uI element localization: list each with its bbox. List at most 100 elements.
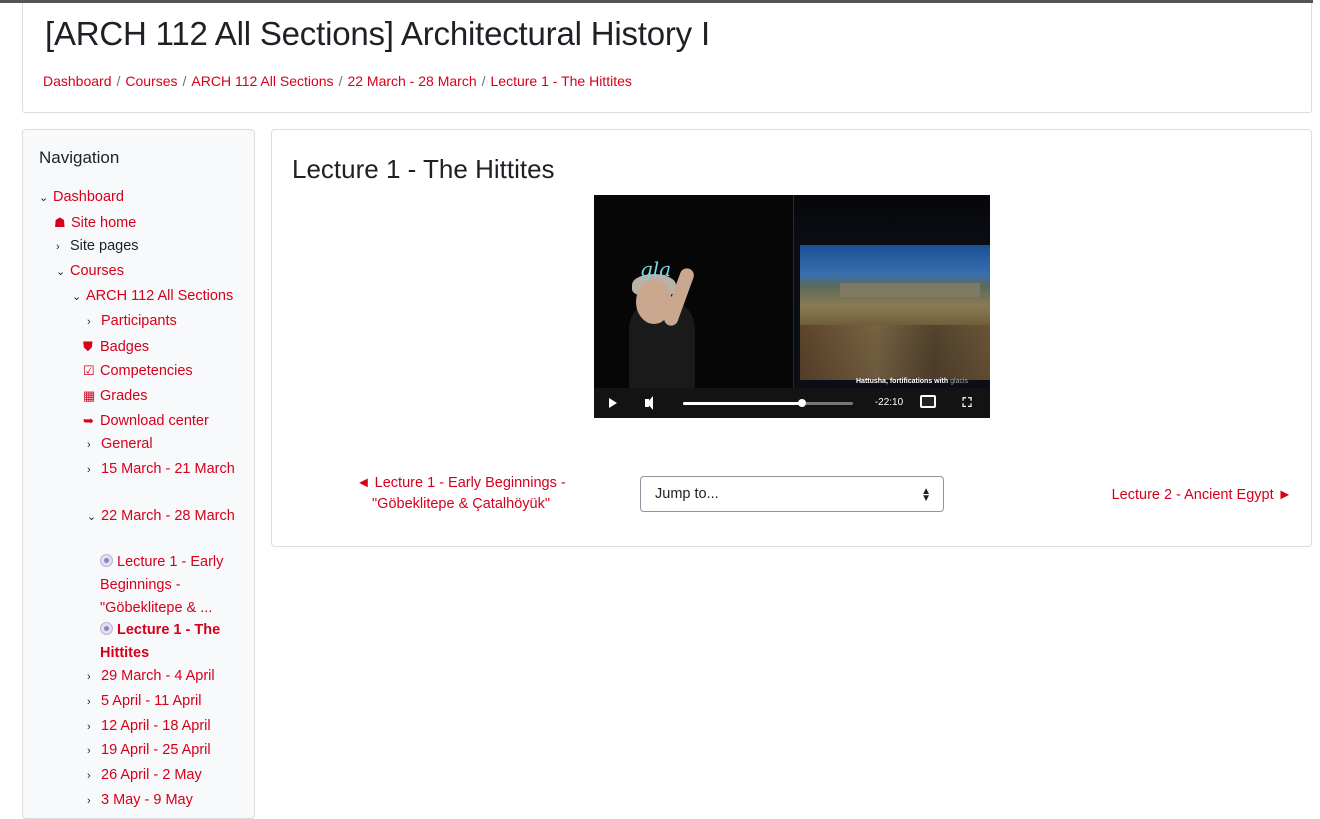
nav-item-label: Competencies <box>100 363 193 379</box>
nav-item-arch112[interactable]: ⌄ ARCH 112 All Sections <box>72 285 233 309</box>
nav-item-label: 22 March - 28 March <box>101 508 235 524</box>
fullscreen-button[interactable]: ⛶ <box>959 388 975 418</box>
nav-item-week-12-april[interactable]: › 12 April - 18 April <box>87 715 211 739</box>
checkbox-icon: ☑ <box>83 363 95 378</box>
seek-bar-handle[interactable] <box>798 399 806 407</box>
volume-button[interactable] <box>642 388 658 418</box>
nav-item-badges[interactable]: ⛊ Badges <box>83 335 149 359</box>
chevron-right-icon: › <box>56 241 60 253</box>
nav-item-label: 15 March - 21 March <box>101 461 235 477</box>
nav-item-week-22-march[interactable]: ⌄ 22 March - 28 March <box>87 505 237 529</box>
nav-item-week-26-april[interactable]: › 26 April - 2 May <box>87 764 202 788</box>
seek-bar[interactable] <box>683 399 853 407</box>
select-arrows-icon: ▲ ▼ <box>921 486 931 504</box>
slide-caption: Hattusha, fortifications with glacis <box>856 378 968 385</box>
chevron-right-icon: › <box>87 745 91 757</box>
breadcrumb: Dashboard / Courses / ARCH 112 All Sections /… <box>43 73 632 89</box>
nav-item-lecture-hittites[interactable]: Lecture 1 - The Hittites <box>100 619 240 665</box>
nav-item-site-home[interactable]: ☗ Site home <box>54 211 136 235</box>
nav-item-label: Lecture 1 - Early Beginnings - "Göbeklit… <box>100 554 224 616</box>
nav-item-week-3-may[interactable]: › 3 May - 9 May <box>87 789 193 813</box>
breadcrumb-current[interactable]: Lecture 1 - The Hittites <box>491 73 632 89</box>
nav-item-label: 19 April - 25 April <box>101 742 211 758</box>
chevron-right-icon: › <box>87 671 91 683</box>
chevron-right-icon: › <box>87 770 91 782</box>
nav-item-week-29-march[interactable]: › 29 March - 4 April <box>87 665 215 689</box>
jump-to-select[interactable]: Jump to... ▲ ▼ <box>640 476 944 512</box>
navigation-block: Navigation ⌄ Dashboard ☗ Site home › Site p… <box>22 129 255 819</box>
chevron-down-icon: ⌄ <box>87 511 97 523</box>
nav-item-label: General <box>101 436 153 452</box>
nav-item-label: Lecture 1 - The Hittites <box>100 622 221 661</box>
breadcrumb-separator: / <box>116 73 121 89</box>
kaltura-video-icon <box>100 554 113 567</box>
nav-item-participants[interactable]: › Participants <box>87 310 177 334</box>
nav-item-label: Dashboard <box>53 189 124 205</box>
nav-item-grades[interactable]: ▦ Grades <box>83 384 148 408</box>
page-title: Lecture 1 - The Hittites <box>292 154 555 184</box>
nav-item-label: Badges <box>100 339 150 355</box>
table-icon: ▦ <box>83 388 96 403</box>
nav-item-site-pages[interactable]: › Site pages <box>56 235 139 259</box>
video-player[interactable]: gla Hattusha, fortifications with glacis… <box>594 195 990 418</box>
video-controls: -22:10 ⛶ <box>594 388 990 418</box>
video-presenter-scene: gla <box>594 195 793 391</box>
chevron-right-icon: › <box>87 316 91 328</box>
breadcrumb-section[interactable]: 22 March - 28 March <box>347 73 476 89</box>
slide-caption-text: Hattusha, fortifications with <box>856 378 949 385</box>
nav-item-label: Courses <box>70 263 124 279</box>
time-remaining: -22:10 <box>874 397 904 408</box>
nav-item-label: ARCH 112 All Sections <box>86 288 234 304</box>
breadcrumb-dashboard[interactable]: Dashboard <box>43 73 112 89</box>
nav-item-week-5-april[interactable]: › 5 April - 11 April <box>87 690 201 714</box>
slide-photo <box>800 245 990 380</box>
breadcrumb-courses[interactable]: Courses <box>125 73 177 89</box>
nav-item-label: 3 May - 9 May <box>101 792 193 808</box>
nav-item-week-19-april[interactable]: › 19 April - 25 April <box>87 739 211 763</box>
next-activity-link[interactable]: Lecture 2 - Ancient Egypt ► <box>1062 485 1292 506</box>
previous-activity-link[interactable]: ◄ Lecture 1 - Early Beginnings - "Göbekl… <box>331 473 591 515</box>
nav-item-label: Participants <box>101 313 177 329</box>
chevron-down-icon: ⌄ <box>56 266 66 278</box>
jump-to-value: Jump to... <box>655 486 719 502</box>
photo-wall <box>840 283 980 297</box>
theater-mode-button[interactable] <box>920 388 940 418</box>
chevron-right-icon: › <box>87 795 91 807</box>
nav-item-label: Site pages <box>70 238 139 254</box>
slide-caption-tail: glacis <box>950 378 969 385</box>
photo-rocks <box>800 325 990 380</box>
video-handwriting: gla <box>640 257 672 281</box>
nav-item-courses[interactable]: ⌄ Courses <box>56 260 124 284</box>
nav-item-dashboard[interactable]: ⌄ Dashboard <box>39 186 124 210</box>
play-button[interactable] <box>604 388 620 418</box>
nav-item-label: Site home <box>71 215 137 231</box>
nav-item-label: 29 March - 4 April <box>101 668 215 684</box>
download-icon: ➥ <box>83 413 94 428</box>
breadcrumb-course[interactable]: ARCH 112 All Sections <box>191 73 333 89</box>
nav-item-label: Grades <box>100 388 148 404</box>
nav-item-label: 26 April - 2 May <box>101 767 202 783</box>
chevron-down-icon: ⌄ <box>39 192 49 204</box>
chevron-right-icon: › <box>87 721 91 733</box>
seek-bar-fill <box>683 402 802 405</box>
nav-item-label: 12 April - 18 April <box>101 718 211 734</box>
nav-item-label: Download center <box>100 413 209 429</box>
chevron-down-icon: ⌄ <box>72 291 82 303</box>
nav-item-label: 5 April - 11 April <box>101 693 202 709</box>
nav-item-competencies[interactable]: ☑ Competencies <box>83 359 193 383</box>
breadcrumb-separator: / <box>481 73 486 89</box>
chevron-right-icon: › <box>87 439 91 451</box>
chevron-right-icon: › <box>87 696 91 708</box>
nav-item-lecture-early-beginnings[interactable]: Lecture 1 - Early Beginnings - "Göbeklit… <box>100 551 240 620</box>
nav-item-download-center[interactable]: ➥ Download center <box>83 409 209 433</box>
course-title: [ARCH 112 All Sections] Architectural Hi… <box>45 15 710 52</box>
nav-item-general[interactable]: › General <box>87 433 153 457</box>
main-content: Lecture 1 - The Hittites gla Hattusha, f… <box>271 129 1312 547</box>
nav-item-week-15-march[interactable]: › 15 March - 21 March <box>87 458 237 482</box>
chevron-right-icon: › <box>87 464 91 476</box>
home-icon: ☗ <box>54 215 66 230</box>
page-header: [ARCH 112 All Sections] Architectural Hi… <box>22 3 1312 113</box>
kaltura-video-icon <box>100 622 113 635</box>
shield-icon: ⛊ <box>83 339 93 354</box>
breadcrumb-separator: / <box>338 73 343 89</box>
